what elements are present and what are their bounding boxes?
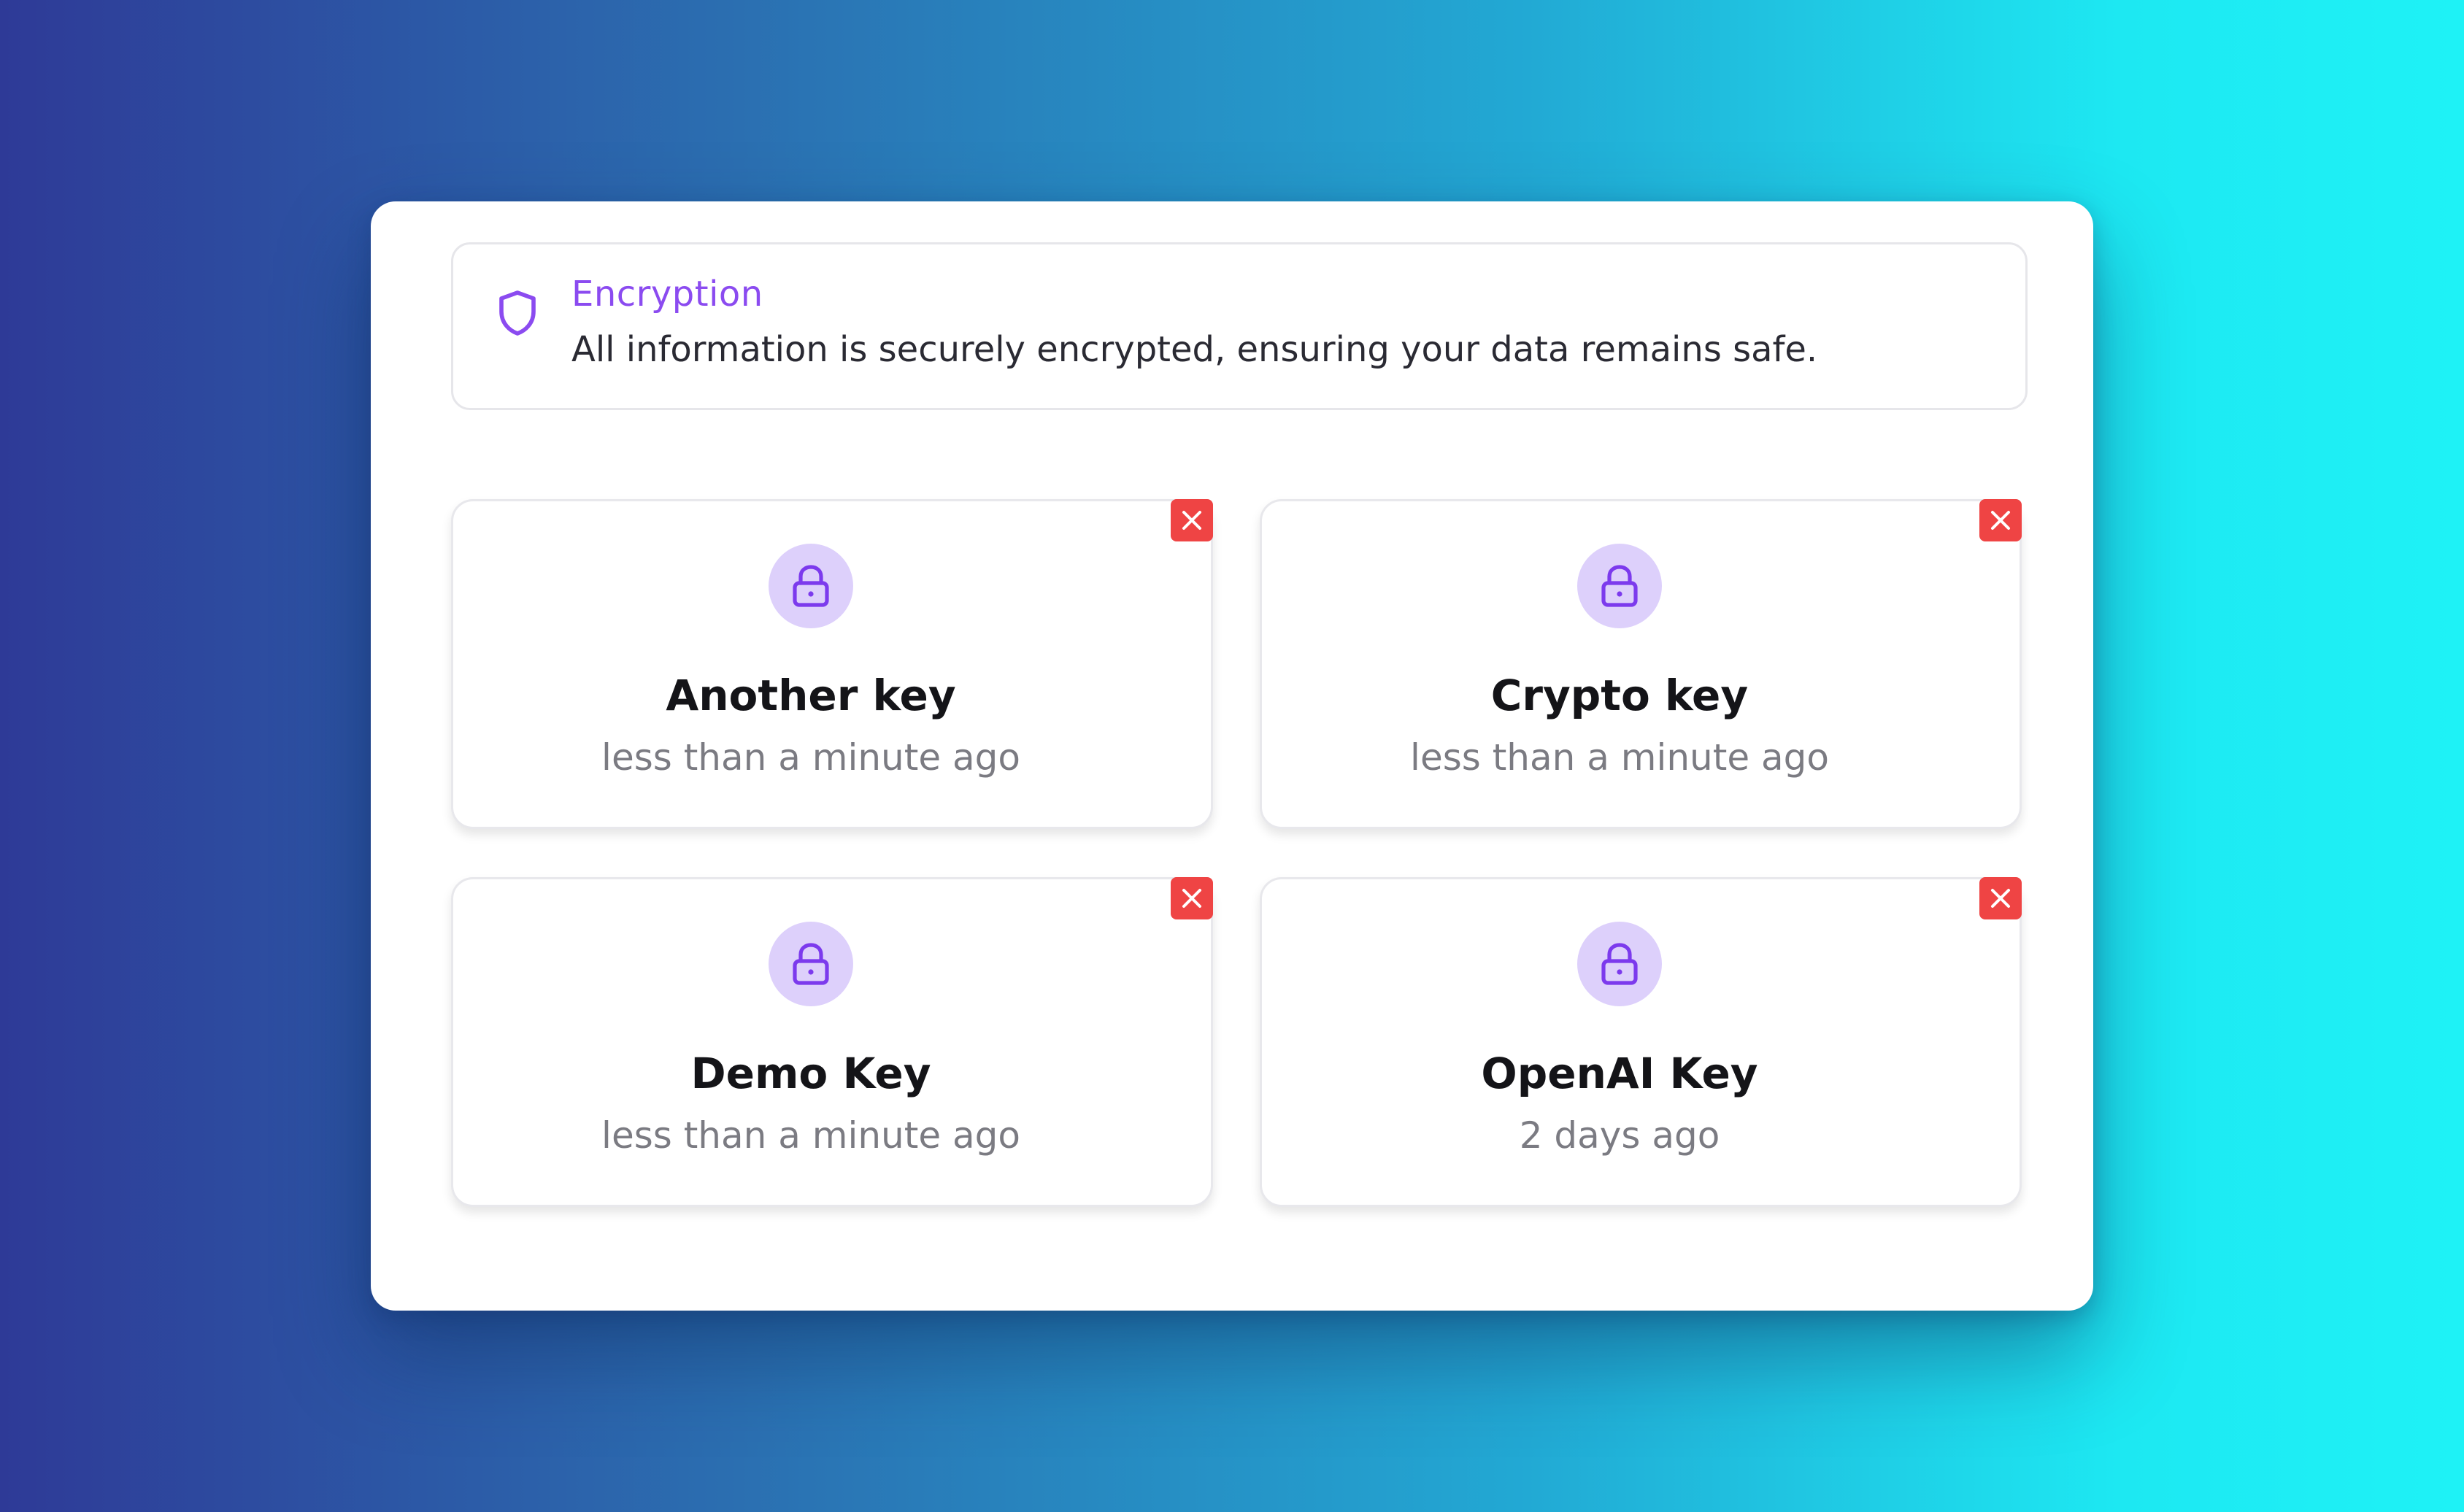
lock-icon bbox=[1601, 943, 1638, 985]
banner-title: Encryption bbox=[571, 274, 763, 315]
key-timestamp: less than a minute ago bbox=[1410, 736, 1829, 779]
close-icon bbox=[1182, 889, 1201, 908]
key-card[interactable]: Demo Key less than a minute ago bbox=[451, 877, 1213, 1207]
lock-icon bbox=[793, 943, 829, 985]
key-name: Another key bbox=[666, 671, 956, 720]
lock-badge bbox=[769, 922, 853, 1006]
key-card[interactable]: OpenAI Key 2 days ago bbox=[1260, 877, 2022, 1207]
key-name: OpenAI Key bbox=[1481, 1049, 1758, 1098]
lock-badge bbox=[769, 544, 853, 628]
lock-icon bbox=[793, 565, 829, 607]
key-card[interactable]: Crypto key less than a minute ago bbox=[1260, 499, 2022, 829]
encryption-banner: Encryption All information is securely e… bbox=[451, 242, 2028, 410]
keys-panel: Encryption All information is securely e… bbox=[371, 201, 2093, 1311]
delete-key-button[interactable] bbox=[1979, 877, 2022, 919]
lock-icon bbox=[1601, 565, 1638, 607]
close-icon bbox=[1991, 511, 2010, 530]
shield-icon bbox=[499, 290, 536, 336]
key-name: Crypto key bbox=[1490, 671, 1749, 720]
key-card[interactable]: Another key less than a minute ago bbox=[451, 499, 1213, 829]
lock-badge bbox=[1577, 922, 1662, 1006]
banner-description: All information is securely encrypted, e… bbox=[571, 329, 1818, 370]
key-timestamp: 2 days ago bbox=[1519, 1114, 1720, 1157]
close-icon bbox=[1182, 511, 1201, 530]
delete-key-button[interactable] bbox=[1171, 499, 1213, 541]
delete-key-button[interactable] bbox=[1171, 877, 1213, 919]
close-icon bbox=[1991, 889, 2010, 908]
delete-key-button[interactable] bbox=[1979, 499, 2022, 541]
key-timestamp: less than a minute ago bbox=[601, 736, 1020, 779]
key-timestamp: less than a minute ago bbox=[601, 1114, 1020, 1157]
lock-badge bbox=[1577, 544, 1662, 628]
key-name: Demo Key bbox=[690, 1049, 931, 1098]
